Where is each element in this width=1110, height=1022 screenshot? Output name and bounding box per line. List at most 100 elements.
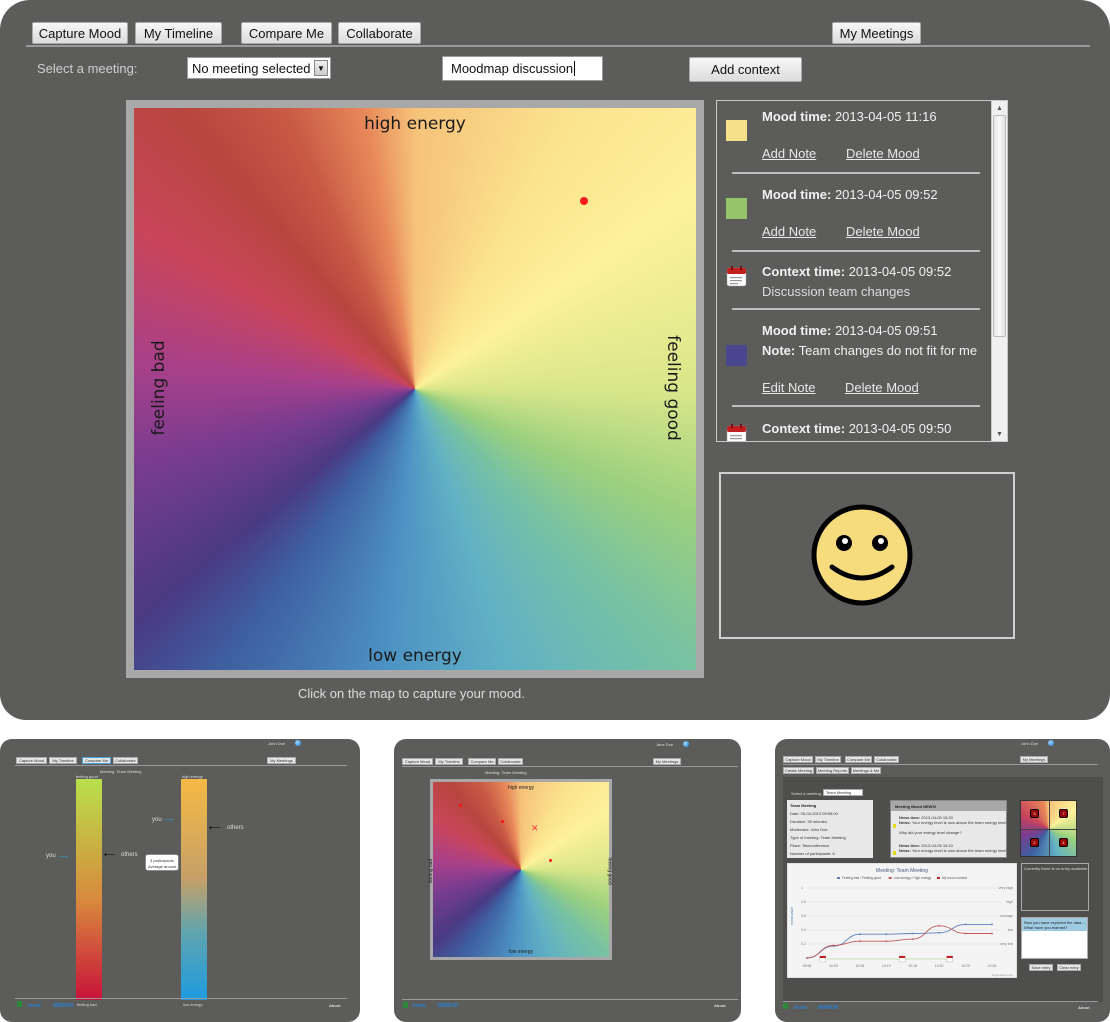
logo-icon: MIRROR bbox=[818, 1005, 839, 1011]
data-point bbox=[991, 932, 993, 935]
add-note-link[interactable]: Add Note bbox=[762, 224, 816, 239]
logo-icon: MIRROR bbox=[438, 1003, 459, 1009]
x-tick-label: 09:55 bbox=[803, 964, 812, 968]
tooltip-line: Average around bbox=[148, 864, 177, 869]
delete-mood-link[interactable]: Delete Mood bbox=[846, 146, 920, 161]
tooltip-line: 3 participants bbox=[150, 858, 174, 863]
data-point bbox=[858, 933, 861, 936]
mood-feedback-box bbox=[719, 472, 1015, 639]
about-link: About bbox=[1078, 1005, 1090, 1010]
divider bbox=[783, 764, 1098, 765]
label-low-energy: low energy bbox=[368, 646, 462, 666]
quadrant-count: 3 bbox=[1030, 809, 1039, 818]
tab-my-timeline[interactable]: My Timeline bbox=[135, 22, 222, 44]
mood-timeline: Mood time: 2013-04-05 11:16 Add Note Del… bbox=[716, 100, 1008, 442]
thumbnail-collaborate: John Doe Capture Mood My Timeline Compar… bbox=[775, 739, 1110, 1022]
meeting-select[interactable]: No meeting selected ▼ bbox=[187, 57, 331, 79]
data-point bbox=[911, 932, 914, 935]
scroll-down-arrow-icon[interactable]: ▼ bbox=[992, 427, 1007, 441]
data-point bbox=[885, 933, 888, 936]
calendar-icon-header bbox=[899, 956, 906, 958]
mini-tab: Capture Mood bbox=[402, 758, 433, 765]
mood-time: 2013-04-05 09:52 bbox=[834, 187, 938, 202]
edit-note-link[interactable]: Edit Note bbox=[762, 380, 815, 395]
timeline-scrollbar[interactable]: ▲ ▼ bbox=[991, 101, 1007, 441]
news-question: Why did your energy level change? bbox=[899, 830, 962, 835]
participants-tooltip: 3 participants Average around bbox=[145, 854, 179, 871]
meeting-info-box: Team Meeting Date: 05-04-2013 09:55:00 D… bbox=[787, 800, 873, 858]
mood-marker[interactable] bbox=[579, 196, 588, 205]
clear-entry-button: Clear entry bbox=[1057, 964, 1081, 971]
info-line: Moderator: John Doe bbox=[790, 827, 828, 832]
y-axis-label: mood value bbox=[790, 907, 794, 925]
add-context-button[interactable]: Add context bbox=[689, 57, 802, 82]
context-input[interactable]: Moodmap discussion bbox=[442, 56, 603, 81]
entry-divider bbox=[732, 172, 980, 174]
chevron-down-icon[interactable]: ▼ bbox=[314, 60, 328, 76]
mini-tab: My Meetings bbox=[1020, 756, 1048, 763]
reflection-prompt-box: Now you have explored the data ... What … bbox=[1022, 918, 1087, 931]
mood-time-label: Mood time: bbox=[762, 187, 832, 202]
label-feeling-bad: feeling bad bbox=[149, 340, 169, 436]
calendar-icon bbox=[726, 266, 747, 287]
label-high-energy: high energy bbox=[507, 785, 535, 791]
divider bbox=[402, 766, 738, 767]
news-label: News: bbox=[899, 820, 911, 825]
news-text: Your energy level is now above the team … bbox=[911, 820, 1007, 825]
data-point bbox=[885, 940, 888, 943]
tab-collaborate[interactable]: Collaborate bbox=[338, 22, 421, 44]
calendar-icon-header bbox=[946, 956, 953, 958]
logo-icon bbox=[17, 1001, 22, 1007]
footer-divider bbox=[402, 999, 738, 1000]
arrow-right-icon: ⟶ bbox=[163, 817, 174, 824]
right-axis-label: low bbox=[1008, 928, 1014, 932]
delete-mood-link[interactable]: Delete Mood bbox=[846, 224, 920, 239]
meeting-label: Meeting: Team Meeting bbox=[100, 769, 142, 774]
save-entry-button: Save entry bbox=[1029, 964, 1053, 971]
meeting-mood-chart: Meeting: Team Meeting Feeling bad / Feel… bbox=[787, 863, 1017, 978]
footer-divider bbox=[15, 998, 347, 999]
mini-subtab: Meetings & Me bbox=[851, 767, 881, 774]
right-axis-label: high bbox=[1006, 900, 1013, 904]
right-axis-label: very high bbox=[999, 886, 1013, 890]
legend-swatch bbox=[888, 877, 892, 879]
you-label: you bbox=[46, 853, 56, 859]
tab-capture-mood[interactable]: Capture Mood bbox=[32, 22, 128, 44]
calendar-icon bbox=[726, 424, 747, 441]
scroll-up-arrow-icon[interactable]: ▲ bbox=[992, 101, 1007, 115]
context-time: 2013-04-05 09:50 bbox=[848, 421, 952, 436]
delete-mood-link[interactable]: Delete Mood bbox=[845, 380, 919, 395]
y-tick-label: 0.8 bbox=[801, 900, 806, 904]
note-label: Note: bbox=[762, 343, 796, 358]
data-point bbox=[964, 932, 967, 935]
moodmap[interactable]: high energy low energy feeling bad feeli… bbox=[134, 108, 696, 670]
moodmap-color-wheel[interactable] bbox=[134, 108, 696, 670]
info-line: Date: 05-04-2013 09:55:00 bbox=[790, 811, 838, 816]
entry-divider bbox=[732, 405, 980, 407]
news-title: Meeting Mood NEWS! bbox=[895, 804, 937, 809]
globe-icon bbox=[683, 741, 689, 747]
select-meeting-label: Select a meeting: bbox=[37, 61, 138, 76]
mood-time-label: Mood time: bbox=[762, 323, 832, 338]
team-moodmap: high energy low energy feeling bad feeli… bbox=[428, 782, 613, 957]
my-meetings-button[interactable]: My Meetings bbox=[832, 22, 921, 44]
quadrant-divider bbox=[1021, 829, 1076, 830]
x-tick-label: 10:25 bbox=[961, 964, 970, 968]
legend-swatch bbox=[837, 877, 840, 879]
mini-tab: Compare Me bbox=[82, 757, 111, 764]
y-tick-label: 1 bbox=[801, 886, 803, 890]
you-label: you bbox=[152, 817, 162, 823]
info-line: Place: Teleconference bbox=[790, 843, 830, 848]
logo-icon bbox=[403, 1002, 408, 1008]
label-feeling-good: feeling good bbox=[606, 857, 613, 885]
tab-compare-me[interactable]: Compare Me bbox=[241, 22, 332, 44]
nav-divider bbox=[26, 45, 1090, 47]
scrollbar-thumb[interactable] bbox=[993, 115, 1006, 337]
others-label: others bbox=[121, 852, 138, 858]
lightbulb-icon bbox=[893, 851, 896, 855]
context-time: 2013-04-05 09:52 bbox=[848, 264, 952, 279]
mini-tab: Capture Mood bbox=[783, 756, 813, 763]
quadrant-count: 7 bbox=[1059, 809, 1068, 818]
logo-icon: know bbox=[28, 1003, 41, 1009]
add-note-link[interactable]: Add Note bbox=[762, 146, 816, 161]
